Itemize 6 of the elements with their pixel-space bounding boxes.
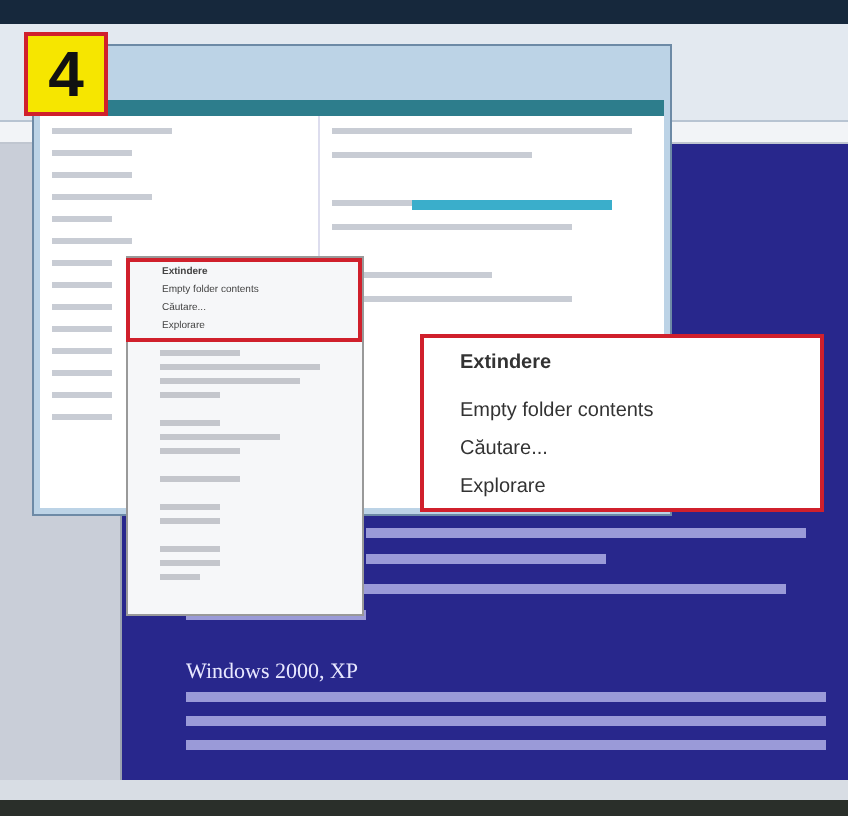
menu-item[interactable]: Extindere bbox=[460, 344, 552, 382]
menu-item[interactable]: Explorare bbox=[460, 468, 546, 506]
step-badge: 4 bbox=[24, 32, 108, 116]
menu-item[interactable]: Empty folder contents bbox=[460, 392, 654, 430]
document-heading: Windows 2000, XP bbox=[186, 660, 361, 684]
menu-item[interactable]: Căutare... bbox=[460, 430, 548, 468]
